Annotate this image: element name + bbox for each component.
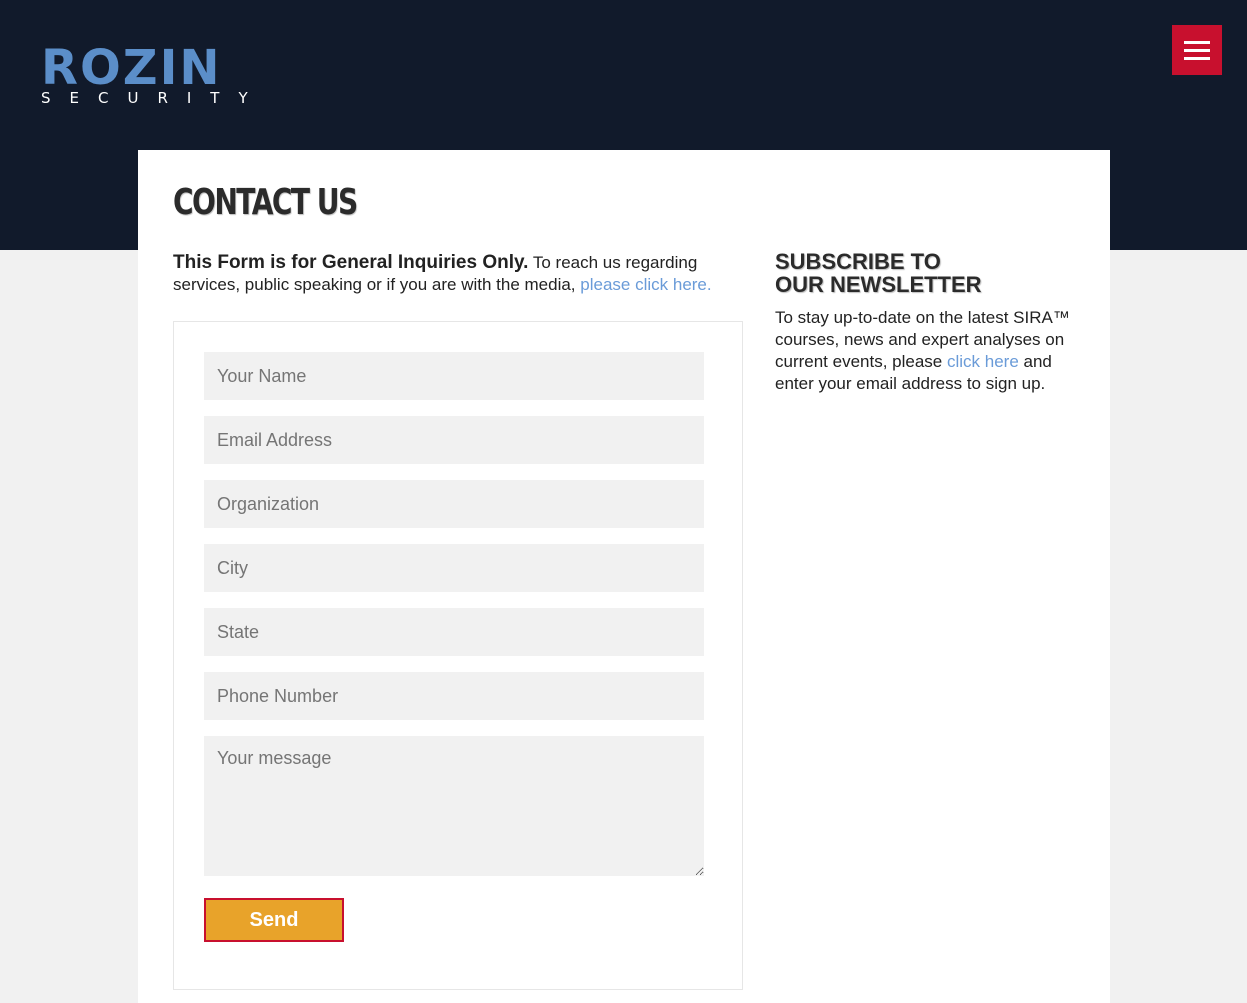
send-button[interactable]: Send (204, 898, 344, 942)
newsletter-heading-line2: OUR NEWSLETTER (775, 272, 982, 297)
phone-input[interactable] (204, 672, 704, 720)
logo-wordmark: ROZIN (41, 40, 222, 96)
contact-form: Send (173, 321, 743, 990)
newsletter-signup-link[interactable]: click here (947, 352, 1019, 371)
newsletter-heading-line1: SUBSCRIBE TO (775, 249, 941, 274)
page-title: CONTACT US (173, 182, 358, 223)
hamburger-menu-icon (1184, 57, 1210, 60)
city-input[interactable] (204, 544, 704, 592)
content-card: CONTACT US This Form is for General Inqu… (138, 150, 1110, 1003)
rozin-security-logo[interactable]: ROZIN SECURITY (41, 40, 248, 108)
hamburger-menu-icon (1184, 49, 1210, 52)
media-inquiries-link[interactable]: please click here. (580, 275, 711, 294)
intro-paragraph: This Form is for General Inquiries Only.… (173, 252, 743, 296)
organization-input[interactable] (204, 480, 704, 528)
name-input[interactable] (204, 352, 704, 400)
hamburger-menu-button[interactable] (1172, 25, 1222, 75)
newsletter-description: To stay up-to-date on the latest SIRA™ c… (775, 307, 1085, 395)
newsletter-heading: SUBSCRIBE TO OUR NEWSLETTER (775, 250, 982, 296)
email-input[interactable] (204, 416, 704, 464)
intro-bold-text: This Form is for General Inquiries Only. (173, 252, 529, 273)
state-input[interactable] (204, 608, 704, 656)
logo-subtitle: SECURITY (41, 89, 267, 107)
hamburger-menu-icon (1184, 41, 1210, 44)
message-textarea[interactable] (204, 736, 704, 876)
